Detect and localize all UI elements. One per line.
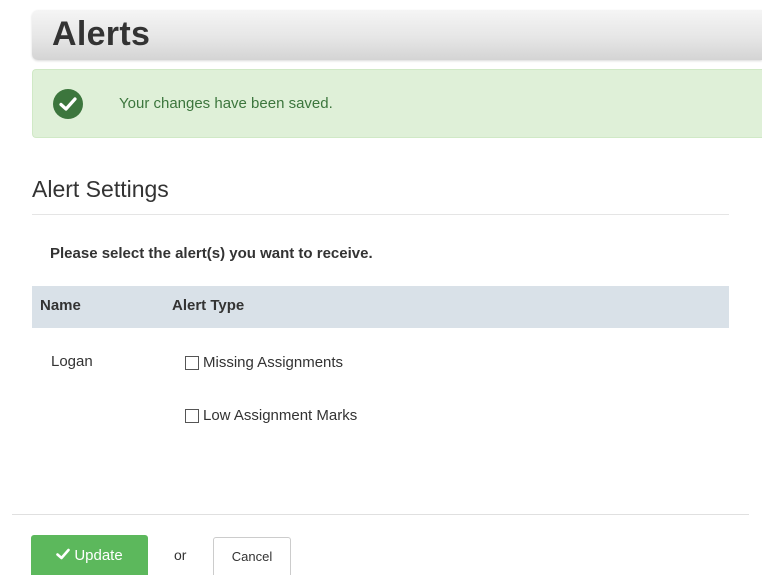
table-header: Name Alert Type [32,286,729,328]
low-assignment-marks-label[interactable]: Low Assignment Marks [203,407,357,424]
low-assignment-marks-option[interactable]: Low Assignment Marks [185,407,357,424]
alerts-page: Alerts Your changes have been saved. Ale… [0,0,762,575]
cancel-button[interactable]: Cancel [213,537,291,575]
update-button[interactable]: Update [31,535,148,575]
update-button-label: Update [74,546,123,564]
column-header-alert-type: Alert Type [172,297,245,314]
success-message: Your changes have been saved. [119,95,333,112]
column-header-name: Name [40,297,81,314]
success-alert: Your changes have been saved. [32,69,762,138]
missing-assignments-label[interactable]: Missing Assignments [203,354,343,371]
alert-settings-title: Alert Settings [32,176,169,202]
student-name: Logan [51,353,93,370]
missing-assignments-checkbox[interactable] [185,355,199,370]
check-circle-icon [53,89,83,119]
section-divider [32,214,729,215]
instructions-text: Please select the alert(s) you want to r… [50,245,373,262]
page-header: Alerts [32,10,762,60]
footer-divider [12,514,749,515]
or-separator: or [174,547,187,563]
missing-assignments-option[interactable]: Missing Assignments [185,354,343,371]
page-title: Alerts [52,15,151,53]
low-assignment-marks-checkbox[interactable] [185,408,199,423]
check-icon [56,547,71,564]
